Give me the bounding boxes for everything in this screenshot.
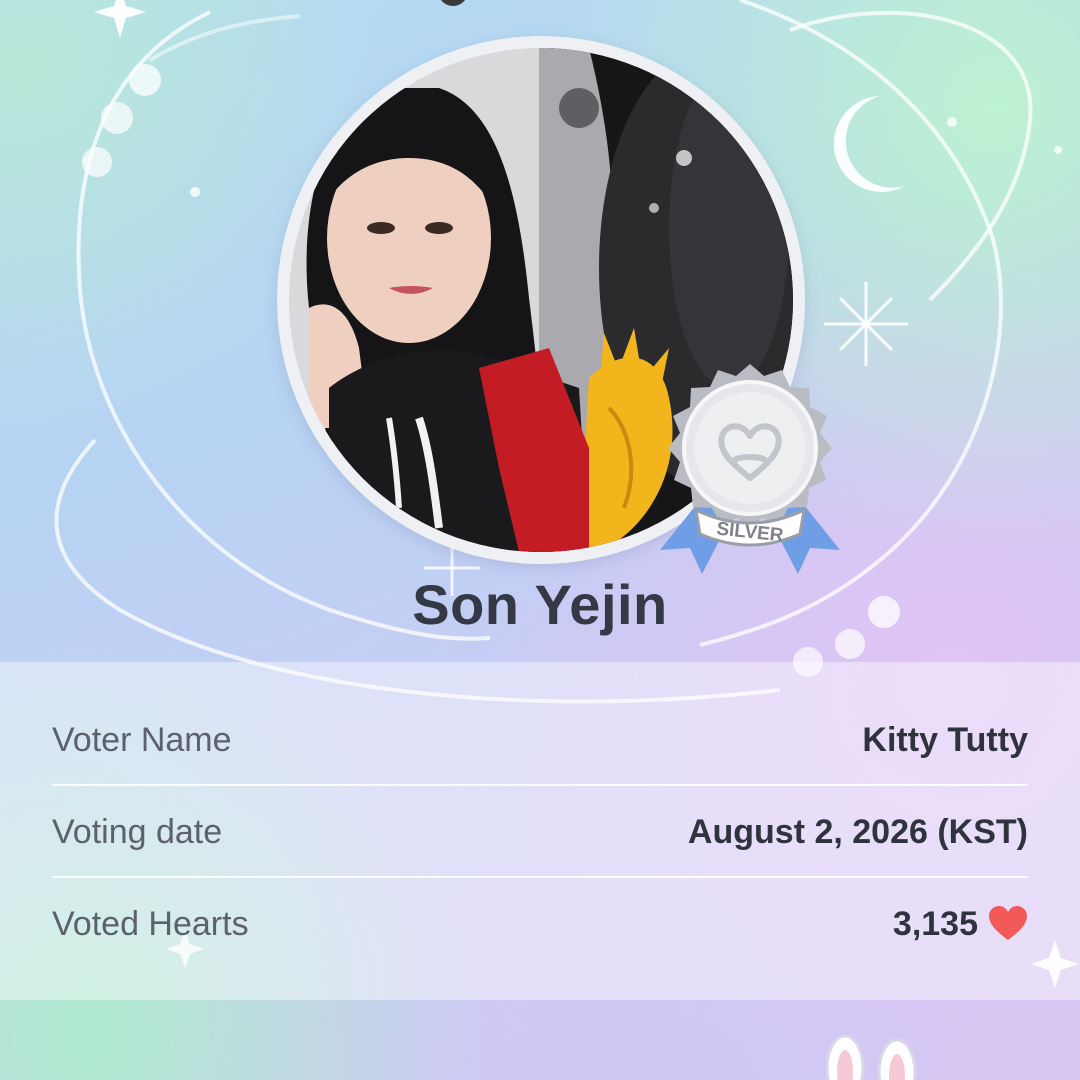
voted-hearts-value: 3,135 — [892, 904, 978, 943]
top-indicator — [438, 0, 468, 6]
voted-hearts-label: Voted Hearts — [52, 904, 249, 943]
voter-name-label: Voter Name — [52, 720, 232, 759]
silver-badge: SILVER — [650, 360, 850, 580]
voter-name-row: Voter Name Kitty Tutty — [52, 694, 1028, 786]
bunny-mascot-icon — [825, 1034, 917, 1080]
idol-name: Son Yejin — [412, 573, 668, 636]
voting-date-value: August 2, 2026 (KST) — [687, 812, 1028, 851]
voted-hearts-value-group: 3,135 — [893, 905, 1028, 944]
heart-icon — [989, 906, 1027, 940]
vote-details-card: Voter Name Kitty Tutty Voting date Augus… — [0, 662, 1080, 1000]
voted-hearts-row: Voted Hearts 3,135 — [52, 878, 1028, 970]
voting-date-label: Voting date — [52, 812, 223, 851]
voter-name-value: Kitty Tutty — [862, 720, 1028, 759]
voting-date-row: Voting date August 2, 2026 (KST) — [52, 786, 1028, 878]
heart-medal-icon: SILVER — [660, 364, 840, 574]
